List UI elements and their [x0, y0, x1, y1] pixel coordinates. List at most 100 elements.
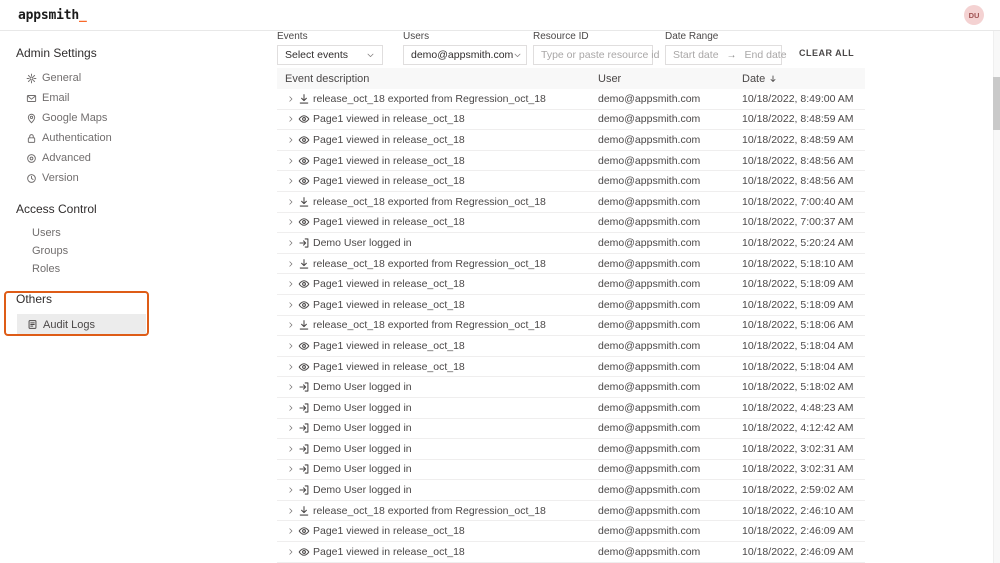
chevron-right-icon[interactable]	[287, 342, 295, 350]
users-select[interactable]: demo@appsmith.com	[403, 45, 527, 65]
event-user: demo@appsmith.com	[598, 422, 742, 434]
chevron-right-icon[interactable]	[287, 486, 295, 494]
resource-id-placeholder: Type or paste resource id	[541, 49, 659, 61]
table-row[interactable]: Demo User logged in demo@appsmith.com 10…	[277, 480, 865, 501]
chevron-right-icon[interactable]	[287, 548, 295, 556]
chevron-right-icon[interactable]	[287, 301, 295, 309]
chevron-right-icon[interactable]	[287, 218, 295, 226]
event-description: Demo User logged in	[313, 237, 412, 249]
table-row[interactable]: Demo User logged in demo@appsmith.com 10…	[277, 419, 865, 440]
sidebar-item-advanced[interactable]: Advanced	[16, 148, 148, 168]
table-row[interactable]: Page1 viewed in release_oct_18 demo@apps…	[277, 542, 865, 563]
table-row[interactable]: Page1 viewed in release_oct_18 demo@apps…	[277, 357, 865, 378]
table-row[interactable]: Demo User logged in demo@appsmith.com 10…	[277, 398, 865, 419]
export-icon	[298, 505, 310, 517]
events-filter-label: Events	[277, 31, 383, 42]
chevron-right-icon[interactable]	[287, 507, 295, 515]
resource-id-filter: Resource ID Type or paste resource id	[533, 31, 653, 65]
column-header-user[interactable]: User	[598, 73, 742, 85]
table-row[interactable]: Page1 viewed in release_oct_18 demo@apps…	[277, 295, 865, 316]
event-user: demo@appsmith.com	[598, 113, 742, 125]
chevron-right-icon[interactable]	[287, 363, 295, 371]
sidebar-section: Admin SettingsGeneralEmailGoogle MapsAut…	[0, 46, 270, 188]
column-header-event-description[interactable]: Event description	[277, 73, 598, 85]
chevron-right-icon[interactable]	[287, 465, 295, 473]
chevron-right-icon[interactable]	[287, 260, 295, 268]
date-range-input[interactable]: Start date → End date	[665, 45, 782, 65]
chevron-right-icon[interactable]	[287, 198, 295, 206]
table-row[interactable]: Page1 viewed in release_oct_18 demo@apps…	[277, 274, 865, 295]
event-user: demo@appsmith.com	[598, 484, 742, 496]
table-row[interactable]: release_oct_18 exported from Regression_…	[277, 501, 865, 522]
chevron-right-icon[interactable]	[287, 136, 295, 144]
sidebar-item-audit-logs[interactable]: Audit Logs	[17, 314, 146, 335]
sidebar: Admin SettingsGeneralEmailGoogle MapsAut…	[0, 31, 270, 563]
resource-id-input[interactable]: Type or paste resource id	[533, 45, 653, 65]
event-description-cell: Page1 viewed in release_oct_18	[277, 155, 598, 167]
sidebar-item-google-maps[interactable]: Google Maps	[16, 108, 148, 128]
chevron-right-icon[interactable]	[287, 239, 295, 247]
sidebar-item-roles[interactable]: Roles	[16, 260, 148, 278]
sort-desc-icon[interactable]	[768, 74, 778, 84]
chevron-right-icon[interactable]	[287, 383, 295, 391]
sidebar-item-authentication[interactable]: Authentication	[16, 128, 148, 148]
chevron-right-icon[interactable]	[287, 445, 295, 453]
vertical-scrollbar-thumb[interactable]	[993, 77, 1000, 130]
events-select-value: Select events	[285, 49, 348, 61]
event-date: 10/18/2022, 8:48:56 AM	[742, 155, 865, 167]
audit-logs-icon	[27, 319, 38, 330]
event-description: Page1 viewed in release_oct_18	[313, 134, 465, 146]
table-row[interactable]: Demo User logged in demo@appsmith.com 10…	[277, 233, 865, 254]
sidebar-item-label: Google Maps	[42, 112, 107, 124]
chevron-right-icon[interactable]	[287, 404, 295, 412]
table-row[interactable]: release_oct_18 exported from Regression_…	[277, 89, 865, 110]
chevron-right-icon[interactable]	[287, 115, 295, 123]
map-pin-icon	[26, 113, 37, 124]
table-row[interactable]: Demo User logged in demo@appsmith.com 10…	[277, 377, 865, 398]
sidebar-item-version[interactable]: Version	[16, 168, 148, 188]
event-description: Page1 viewed in release_oct_18	[313, 299, 465, 311]
eye-icon	[298, 340, 310, 352]
event-description-cell: Demo User logged in	[277, 237, 598, 249]
table-row[interactable]: release_oct_18 exported from Regression_…	[277, 316, 865, 337]
eye-icon	[298, 361, 310, 373]
sidebar-item-label: Authentication	[42, 132, 112, 144]
table-row[interactable]: release_oct_18 exported from Regression_…	[277, 192, 865, 213]
avatar[interactable]: DU	[964, 5, 984, 25]
chevron-right-icon[interactable]	[287, 177, 295, 185]
sidebar-item-users[interactable]: Users	[16, 224, 148, 242]
table-row[interactable]: Page1 viewed in release_oct_18 demo@apps…	[277, 110, 865, 131]
event-date: 10/18/2022, 5:18:02 AM	[742, 381, 865, 393]
event-user: demo@appsmith.com	[598, 196, 742, 208]
sidebar-item-general[interactable]: General	[16, 68, 148, 88]
chevron-right-icon[interactable]	[287, 157, 295, 165]
events-select[interactable]: Select events	[277, 45, 383, 65]
sidebar-item-label: Email	[42, 92, 70, 104]
eye-icon	[298, 546, 310, 558]
table-row[interactable]: Page1 viewed in release_oct_18 demo@apps…	[277, 213, 865, 234]
sidebar-item-label: Version	[42, 172, 79, 184]
table-row[interactable]: Page1 viewed in release_oct_18 demo@apps…	[277, 171, 865, 192]
column-header-date[interactable]: Date	[742, 73, 865, 85]
event-date: 10/18/2022, 5:18:04 AM	[742, 340, 865, 352]
table-row[interactable]: Page1 viewed in release_oct_18 demo@apps…	[277, 151, 865, 172]
sidebar-item-email[interactable]: Email	[16, 88, 148, 108]
chevron-right-icon[interactable]	[287, 321, 295, 329]
table-row[interactable]: Page1 viewed in release_oct_18 demo@apps…	[277, 521, 865, 542]
login-icon	[298, 381, 310, 393]
table-row[interactable]: release_oct_18 exported from Regression_…	[277, 254, 865, 275]
chevron-right-icon[interactable]	[287, 95, 295, 103]
chevron-right-icon[interactable]	[287, 280, 295, 288]
table-row[interactable]: Page1 viewed in release_oct_18 demo@apps…	[277, 130, 865, 151]
sidebar-item-groups[interactable]: Groups	[16, 242, 148, 260]
users-filter: Users demo@appsmith.com	[403, 31, 527, 65]
chevron-right-icon[interactable]	[287, 527, 295, 535]
table-row[interactable]: Demo User logged in demo@appsmith.com 10…	[277, 439, 865, 460]
table-row[interactable]: Page1 viewed in release_oct_18 demo@apps…	[277, 336, 865, 357]
top-bar: appsmith_ DU	[0, 0, 1000, 31]
event-user: demo@appsmith.com	[598, 258, 742, 270]
table-row[interactable]: Demo User logged in demo@appsmith.com 10…	[277, 460, 865, 481]
chevron-right-icon[interactable]	[287, 424, 295, 432]
clear-all-button[interactable]: CLEAR ALL	[799, 48, 854, 58]
sidebar-item-label: Roles	[32, 263, 60, 275]
